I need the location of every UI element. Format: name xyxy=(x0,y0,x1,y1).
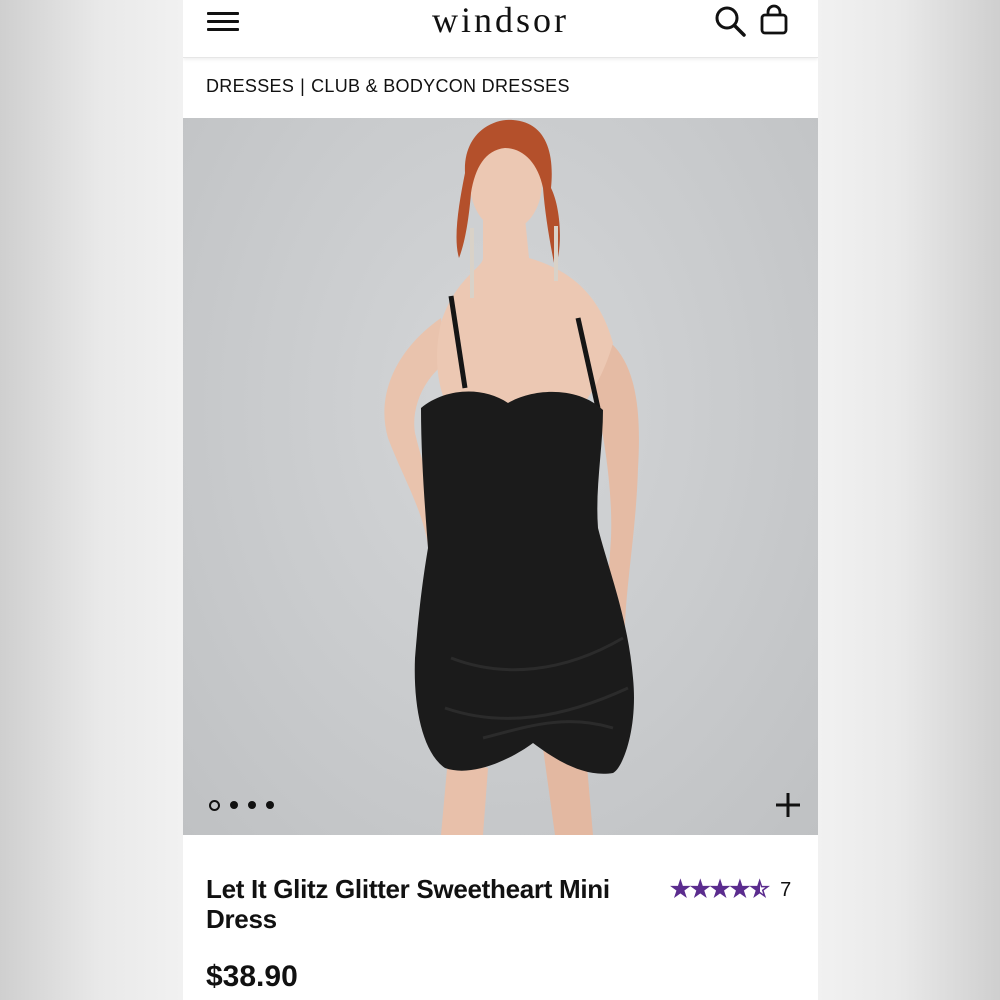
breadcrumb: DRESSES | CLUB & BODYCON DRESSES xyxy=(206,76,570,100)
gallery-dot-2[interactable] xyxy=(230,801,238,809)
breadcrumb-club-bodycon-dresses[interactable]: CLUB & BODYCON DRESSES xyxy=(311,76,570,96)
star-fill: ★★★★★ xyxy=(671,878,760,901)
gallery-dot-3[interactable] xyxy=(248,801,256,809)
breadcrumb-separator: | xyxy=(300,76,306,96)
search-icon[interactable] xyxy=(713,4,747,38)
breadcrumb-dresses[interactable]: DRESSES xyxy=(206,76,294,96)
site-header: WINDSOR xyxy=(183,0,818,58)
gallery-dot-1[interactable] xyxy=(209,799,220,811)
product-rating[interactable]: ★★★★★ ★★★★★ 7 xyxy=(670,877,791,902)
product-photo xyxy=(384,119,639,835)
gallery-dot-4[interactable] xyxy=(266,801,274,809)
plus-icon[interactable] xyxy=(773,790,803,820)
shopping-bag-icon[interactable] xyxy=(758,4,790,38)
product-price: $38.90 xyxy=(206,960,298,993)
gallery-dots xyxy=(209,798,274,812)
review-count[interactable]: 7 xyxy=(780,879,791,902)
star-rating: ★★★★★ ★★★★★ xyxy=(670,877,770,902)
product-image-gallery[interactable] xyxy=(183,118,818,835)
product-title: Let It Glitz Glitter Sweetheart Mini Dre… xyxy=(206,874,610,934)
mobile-page: WINDSOR DRESSES | CLUB & BODYCON DRESSES xyxy=(183,0,818,1000)
